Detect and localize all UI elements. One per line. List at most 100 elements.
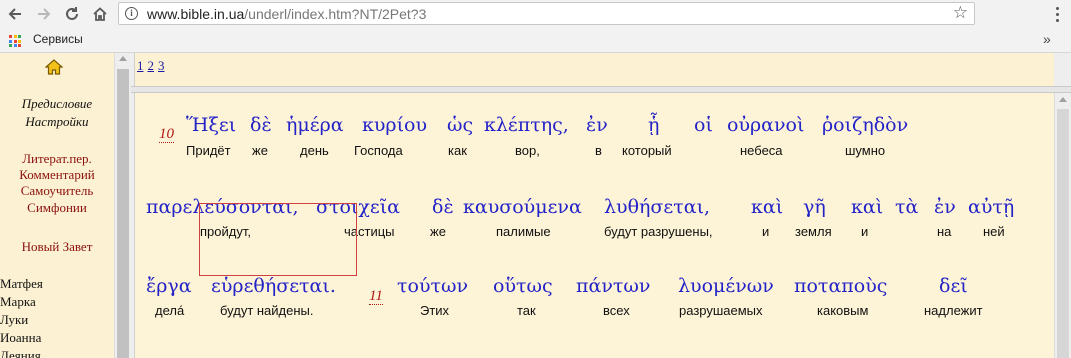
- home-button[interactable]: [88, 2, 112, 26]
- russian-word: в: [595, 143, 602, 158]
- greek-word[interactable]: δὲ: [432, 196, 454, 218]
- greek-word[interactable]: καὶ: [851, 196, 883, 218]
- greek-word[interactable]: ποταποὺς: [794, 275, 887, 297]
- russian-word: будут разрушены,: [604, 224, 713, 239]
- book-link-acts[interactable]: Деяния: [0, 347, 41, 358]
- russian-word: так: [517, 303, 536, 318]
- chapter-links: 123: [137, 58, 169, 74]
- russian-word: же: [430, 224, 446, 239]
- url-path: /underl/index.htm?NT/2Pet?3: [244, 6, 427, 22]
- url-text: www.bible.in.ua/underl/index.htm?NT/2Pet…: [147, 6, 426, 22]
- russian-word: как: [448, 143, 467, 158]
- book-link-mark[interactable]: Марка: [0, 293, 36, 311]
- apps-bookmark-label[interactable]: Сервисы: [33, 32, 83, 46]
- arrow-right-icon: [38, 8, 51, 20]
- settings-link[interactable]: Настройки: [0, 114, 114, 130]
- selection-highlight-box: [199, 203, 357, 276]
- greek-word[interactable]: ἐν: [586, 114, 608, 136]
- greek-word[interactable]: κυρίου: [362, 114, 427, 136]
- chapter-bar-scrollbar: [1054, 53, 1071, 86]
- greek-word[interactable]: ῥοιζηδὸν: [822, 114, 908, 136]
- russian-word: шумно: [845, 143, 886, 158]
- verse-number[interactable]: 11: [369, 288, 383, 305]
- russian-word: же: [252, 143, 268, 158]
- tutorial-link[interactable]: Самоучитель: [0, 183, 114, 199]
- greek-word[interactable]: εὑρεθήσεται.: [211, 275, 336, 297]
- russian-word: на: [937, 224, 952, 239]
- more-menu-icon[interactable]: [1049, 4, 1065, 24]
- scroll-up-arrow-icon[interactable]: [119, 56, 127, 61]
- frame-divider-horizontal[interactable]: [131, 86, 1071, 93]
- chapter-link-3[interactable]: 3: [158, 58, 165, 73]
- greek-word[interactable]: καὶ: [751, 196, 783, 218]
- apps-grid-icon[interactable]: [9, 35, 21, 47]
- content-scrollbar[interactable]: [1054, 93, 1071, 358]
- greek-word[interactable]: καυσούμενα: [463, 196, 582, 218]
- reload-button[interactable]: [60, 2, 84, 26]
- russian-word: Господа: [354, 143, 403, 158]
- greek-word[interactable]: τὰ: [895, 196, 918, 218]
- russian-word: и: [861, 224, 869, 239]
- commentary-link[interactable]: Комментарий: [0, 167, 114, 183]
- chapter-link-1[interactable]: 1: [137, 58, 144, 73]
- greek-word[interactable]: αὐτῇ: [968, 196, 1014, 218]
- russian-word: небеса: [740, 143, 783, 158]
- greek-word[interactable]: ἐν: [934, 196, 956, 218]
- book-link-matthew[interactable]: Матфея: [0, 275, 43, 293]
- greek-word[interactable]: λυομένων: [678, 275, 774, 297]
- chapter-link-2[interactable]: 2: [148, 58, 155, 73]
- verse-number[interactable]: 10: [159, 126, 174, 143]
- scroll-up-arrow-icon[interactable]: [1059, 97, 1067, 102]
- greek-word[interactable]: δὲ: [250, 114, 272, 136]
- greek-word[interactable]: ἔργα: [146, 275, 192, 297]
- left-navigation-frame: Предисловие Настройки Литерат.пер. Комме…: [0, 53, 114, 358]
- literature-link[interactable]: Литерат.пер.: [0, 151, 114, 167]
- left-frame-scrollbar[interactable]: [114, 53, 131, 358]
- russian-word: палимые: [496, 224, 551, 239]
- russian-word: вор,: [515, 143, 540, 158]
- greek-word[interactable]: ὡς: [447, 114, 473, 136]
- russian-word: будут найдены.: [220, 303, 314, 318]
- russian-word: каковым: [817, 303, 869, 318]
- russian-word: день: [300, 143, 329, 158]
- russian-word: разрушаемых: [679, 303, 763, 318]
- greek-word[interactable]: λυθήσεται,: [604, 196, 710, 218]
- scrollbar-thumb[interactable]: [117, 69, 129, 358]
- scrollbar-thumb[interactable]: [1057, 109, 1069, 358]
- url-host: www.bible.in.ua: [147, 6, 245, 22]
- forward-button[interactable]: [32, 2, 56, 26]
- russian-word: всех: [603, 303, 630, 318]
- bookmarks-overflow-chevron-icon[interactable]: »: [1043, 31, 1051, 47]
- russian-word: который: [622, 143, 672, 158]
- symphonies-link[interactable]: Симфонии: [0, 200, 114, 216]
- greek-word[interactable]: δεῖ: [939, 275, 968, 297]
- russian-word: ней: [983, 224, 1005, 239]
- russian-word: Придёт: [186, 143, 231, 158]
- russian-word: земля: [795, 224, 832, 239]
- russian-word: делá: [155, 303, 185, 318]
- info-icon[interactable]: i: [125, 7, 138, 20]
- greek-word[interactable]: ᾗ: [648, 114, 659, 136]
- arrow-left-icon: [8, 8, 21, 20]
- greek-word[interactable]: οὕτως: [493, 275, 553, 297]
- preface-link[interactable]: Предисловие: [0, 96, 114, 112]
- greek-word[interactable]: οὐρανοὶ: [727, 114, 804, 136]
- greek-word[interactable]: κλέπτης,: [484, 114, 569, 136]
- greek-word[interactable]: οἱ: [694, 114, 713, 136]
- bookmark-star-icon[interactable]: ☆: [953, 3, 968, 23]
- address-bar[interactable]: i www.bible.in.ua/underl/index.htm?NT/2P…: [118, 2, 975, 25]
- greek-word[interactable]: Ἥξει: [186, 114, 236, 136]
- greek-word[interactable]: τούτων: [397, 275, 468, 297]
- back-button[interactable]: [3, 2, 27, 26]
- home-icon: [93, 7, 107, 21]
- reload-icon: [66, 7, 78, 20]
- book-link-luke[interactable]: Луки: [0, 311, 28, 329]
- next-line-partial: [146, 351, 1046, 358]
- home-icon[interactable]: [45, 59, 63, 75]
- new-testament-link[interactable]: Новый Завет: [0, 239, 114, 255]
- greek-word[interactable]: ἡμέρα: [286, 114, 344, 136]
- book-link-john[interactable]: Иоанна: [0, 329, 41, 347]
- greek-word[interactable]: πάντων: [576, 275, 650, 297]
- browser-toolbar: i www.bible.in.ua/underl/index.htm?NT/2P…: [0, 0, 1071, 29]
- greek-word[interactable]: γῆ: [803, 196, 826, 218]
